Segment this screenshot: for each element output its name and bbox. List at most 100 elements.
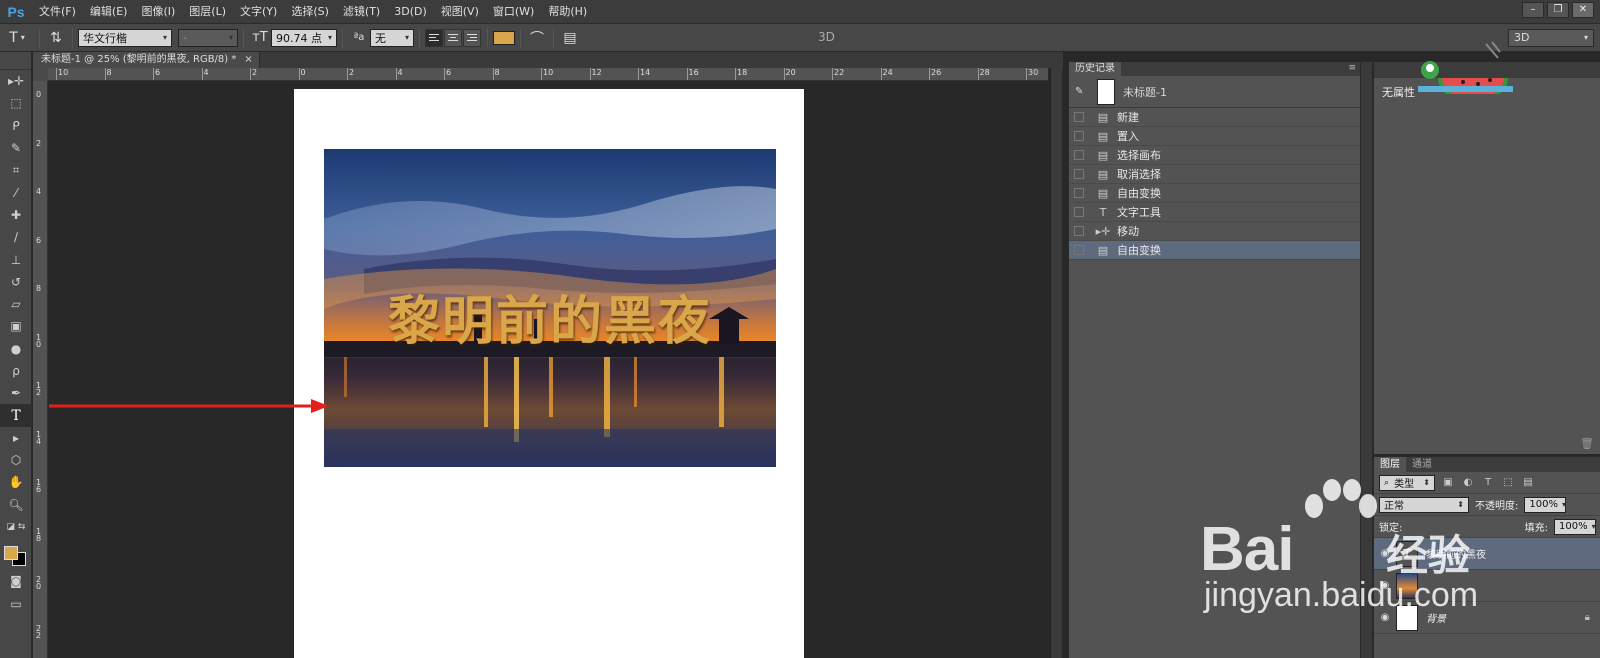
- layer-row-image[interactable]: ◉: [1374, 570, 1600, 602]
- tab-layers[interactable]: 图层: [1374, 457, 1406, 472]
- history-item[interactable]: ▤ 新建: [1069, 108, 1360, 127]
- history-item[interactable]: ▤ 自由变换: [1069, 241, 1360, 260]
- shape-tool-icon[interactable]: ⬡: [0, 449, 32, 471]
- eye-icon[interactable]: ◉: [1374, 548, 1396, 559]
- canvas-vertical-scrollbar[interactable]: [1050, 68, 1062, 658]
- menu-item-5[interactable]: 选择(S): [284, 0, 336, 24]
- history-checkbox[interactable]: [1074, 169, 1084, 179]
- eye-icon[interactable]: ◉: [1374, 580, 1396, 591]
- warp-text-icon[interactable]: ⌒: [526, 28, 548, 48]
- path-selection-tool-icon[interactable]: ▸: [0, 427, 32, 449]
- history-item[interactable]: ▤ 选择画布: [1069, 146, 1360, 165]
- layer-name[interactable]: 黎明前的黑夜: [1426, 546, 1486, 561]
- screen-mode-icon[interactable]: ▭: [0, 593, 32, 615]
- ruler-origin[interactable]: [33, 68, 48, 81]
- filter-shape-icon[interactable]: ⬚: [1501, 477, 1515, 489]
- menu-item-2[interactable]: 图像(I): [134, 0, 182, 24]
- tab-channels[interactable]: 通道: [1406, 457, 1438, 472]
- menu-item-10[interactable]: 帮助(H): [541, 0, 594, 24]
- align-left-button[interactable]: [425, 28, 443, 47]
- font-style-select[interactable]: - ▾: [178, 28, 238, 47]
- align-right-button[interactable]: [463, 28, 481, 47]
- filter-smart-object-icon[interactable]: ▤: [1521, 477, 1535, 489]
- history-tab[interactable]: 历史记录: [1069, 62, 1121, 76]
- vertical-ruler[interactable]: 0 2 4 6 8 1 0 1 2 1 4 1 6 1 8 2 0 2 2: [33, 81, 48, 658]
- move-tool-icon[interactable]: ▸✛: [0, 70, 32, 92]
- pen-tool-icon[interactable]: ✒: [0, 382, 32, 404]
- antialias-select[interactable]: 无 ▾: [370, 28, 414, 47]
- history-checkbox[interactable]: [1074, 112, 1084, 122]
- close-window-button[interactable]: ✕: [1572, 2, 1594, 18]
- font-size-input[interactable]: 90.74 点 ▾: [271, 28, 337, 47]
- restore-button[interactable]: ❐: [1547, 2, 1569, 18]
- filter-pixel-icon[interactable]: ▣: [1441, 477, 1455, 489]
- gradient-tool-icon[interactable]: ▣: [0, 315, 32, 337]
- text-orientation-icon[interactable]: ⇅: [45, 28, 67, 48]
- document-tab[interactable]: 未标题-1 @ 25% (黎明前的黑夜, RGB/8) * ×: [33, 52, 260, 68]
- history-item[interactable]: ▤ 取消选择: [1069, 165, 1360, 184]
- filter-type-icon[interactable]: T: [1481, 477, 1495, 489]
- overlay-title-text[interactable]: 黎明前的黑夜: [324, 279, 776, 354]
- quick-mask-icon[interactable]: ◙: [0, 570, 32, 592]
- foreground-color-swatch[interactable]: [4, 546, 18, 561]
- layer-row-background[interactable]: ◉ 背景 🔒︎: [1374, 602, 1600, 634]
- character-panel-icon[interactable]: ▤: [559, 28, 581, 48]
- panel-menu-icon[interactable]: ≡: [1348, 63, 1356, 73]
- clone-stamp-tool-icon[interactable]: ⊥: [0, 248, 32, 270]
- horizontal-ruler[interactable]: 10 8 6 4 2 0 2 4 6 8 10 12 14 16 18 20 22 24 26 28 30: [48, 68, 1048, 81]
- menu-item-8[interactable]: 视图(V): [434, 0, 486, 24]
- history-brush-tool-icon[interactable]: ↺: [0, 271, 32, 293]
- history-item[interactable]: ▤ 置入: [1069, 127, 1360, 146]
- workspace-select[interactable]: 3D ▾: [1508, 29, 1594, 47]
- canvas-area[interactable]: 黎明前的黑夜: [49, 82, 1049, 658]
- layer-filter-select[interactable]: ⌕ 类型 ⬍: [1379, 474, 1435, 491]
- marquee-tool-icon[interactable]: ⬚: [0, 92, 32, 114]
- history-checkbox[interactable]: [1074, 188, 1084, 198]
- menu-item-1[interactable]: 编辑(E): [83, 0, 135, 24]
- history-snapshot[interactable]: ✎ 未标题-1: [1069, 76, 1360, 108]
- eye-icon[interactable]: ◉: [1374, 612, 1396, 623]
- placed-photo-layer[interactable]: 黎明前的黑夜: [324, 149, 776, 467]
- history-checkbox[interactable]: [1074, 150, 1084, 160]
- trash-icon[interactable]: 🗑︎: [1580, 437, 1594, 450]
- menu-item-3[interactable]: 图层(L): [182, 0, 233, 24]
- eraser-tool-icon[interactable]: ▱: [0, 293, 32, 315]
- layer-name[interactable]: 背景: [1426, 610, 1446, 625]
- fill-input[interactable]: 100% ▾: [1554, 518, 1596, 535]
- zoom-tool-icon[interactable]: 🔍︎: [0, 494, 32, 516]
- dodge-tool-icon[interactable]: ρ: [0, 360, 32, 382]
- history-item[interactable]: ▤ 自由变换: [1069, 184, 1360, 203]
- 3d-mode-label[interactable]: 3D: [818, 30, 835, 44]
- menu-item-4[interactable]: 文字(Y): [233, 0, 284, 24]
- history-brush-source-icon[interactable]: ✎: [1075, 86, 1089, 97]
- history-item[interactable]: T 文字工具: [1069, 203, 1360, 222]
- history-checkbox[interactable]: [1074, 207, 1084, 217]
- default-colors-icon[interactable]: ◪ ⇆: [0, 516, 32, 538]
- lasso-tool-icon[interactable]: ᑭ: [0, 115, 32, 137]
- opacity-input[interactable]: 100% ▾: [1524, 496, 1567, 513]
- history-checkbox[interactable]: [1074, 245, 1084, 255]
- healing-brush-tool-icon[interactable]: ✚: [0, 204, 32, 226]
- crop-tool-icon[interactable]: ⌗: [0, 159, 32, 181]
- font-family-select[interactable]: 华文行楷 ▾: [78, 28, 172, 47]
- type-tool-preset-icon[interactable]: T ▾: [0, 28, 34, 48]
- filter-adjustment-icon[interactable]: ◐: [1461, 477, 1475, 489]
- brush-tool-icon[interactable]: ∕: [0, 226, 32, 248]
- blur-tool-icon[interactable]: ●: [0, 338, 32, 360]
- panel-collapse-strip[interactable]: [1360, 62, 1372, 658]
- document-tab-close-icon[interactable]: ×: [244, 52, 252, 68]
- eyedropper-tool-icon[interactable]: ⁄: [0, 181, 32, 203]
- blend-mode-select[interactable]: 正常 ⬍: [1379, 496, 1469, 513]
- menu-item-7[interactable]: 3D(D): [387, 0, 434, 24]
- quick-select-tool-icon[interactable]: ✎: [0, 137, 32, 159]
- text-color-swatch[interactable]: [493, 30, 515, 45]
- history-item[interactable]: ▸✛ 移动: [1069, 222, 1360, 241]
- type-tool-icon[interactable]: T: [0, 404, 32, 427]
- history-checkbox[interactable]: [1074, 131, 1084, 141]
- hand-tool-icon[interactable]: ✋: [0, 471, 32, 493]
- layer-row-text[interactable]: ◉ T 黎明前的黑夜: [1374, 538, 1600, 570]
- menu-item-9[interactable]: 窗口(W): [486, 0, 541, 24]
- history-checkbox[interactable]: [1074, 226, 1084, 236]
- menu-item-6[interactable]: 滤镜(T): [336, 0, 387, 24]
- minimize-button[interactable]: –: [1522, 2, 1544, 18]
